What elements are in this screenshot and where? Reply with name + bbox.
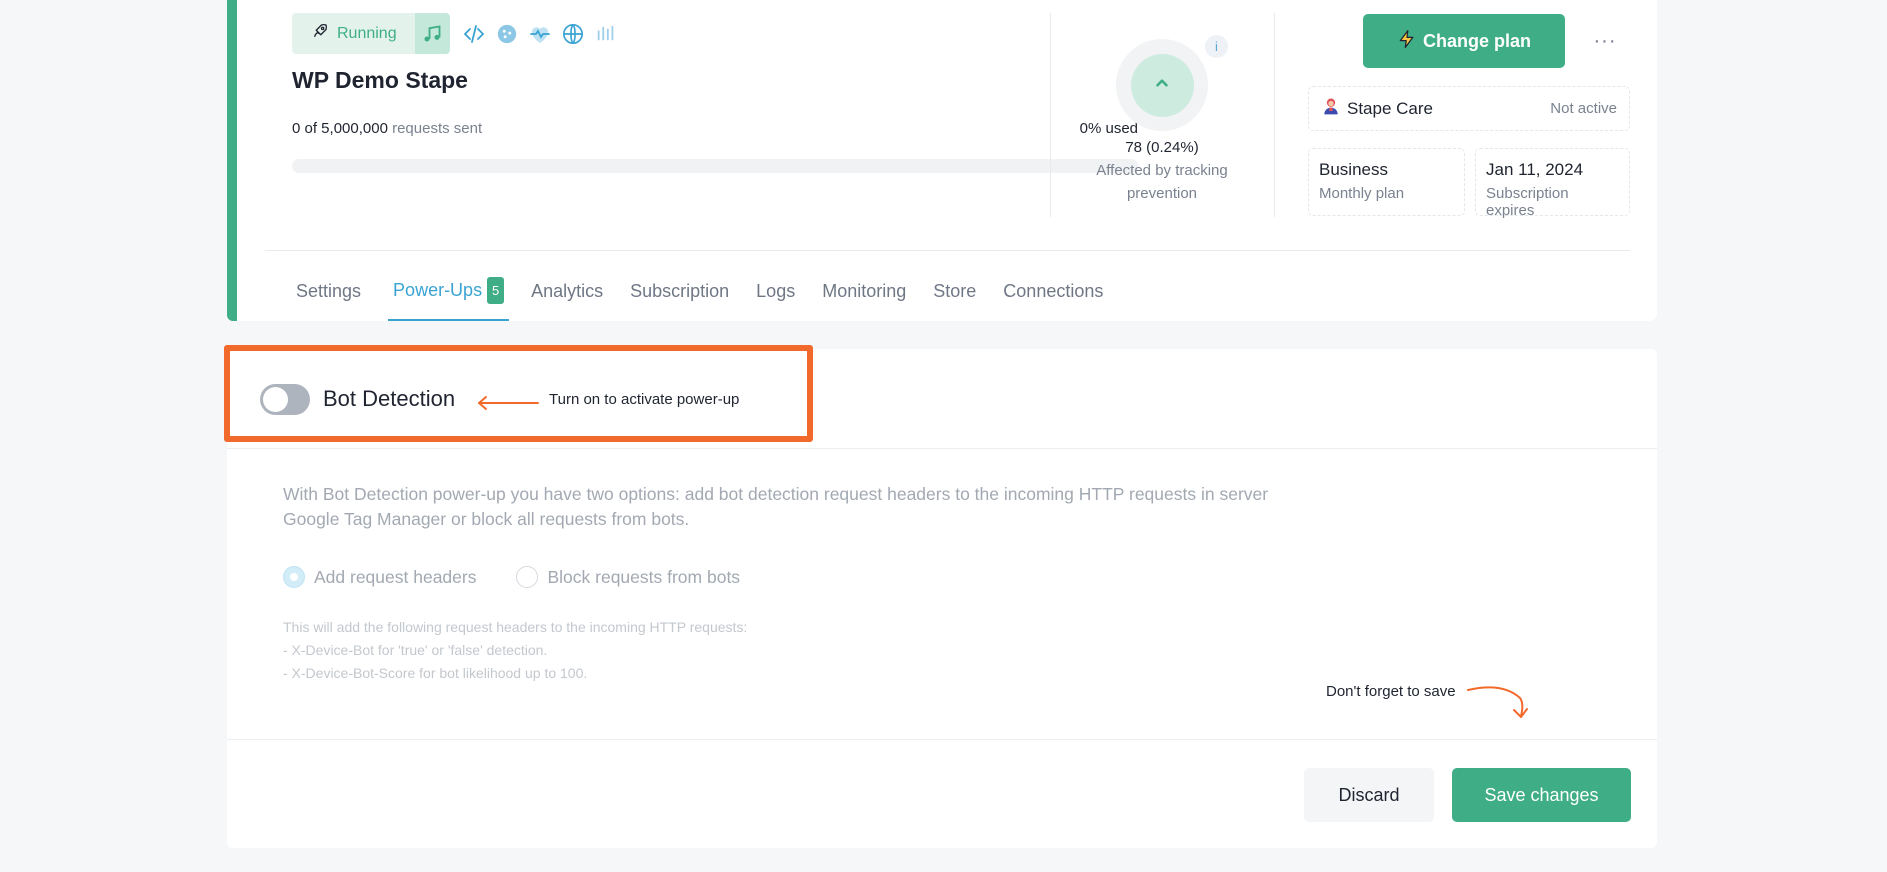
tab-bar: Settings Power-Ups 5 Analytics Subscript…	[296, 262, 1103, 321]
note-line: - X-Device-Bot-Score for bot likelihood …	[283, 665, 588, 681]
tab-logs[interactable]: Logs	[756, 262, 795, 321]
usage-progress-bar	[292, 159, 1138, 173]
pulse-icon[interactable]	[528, 22, 552, 46]
tab-label: Analytics	[531, 281, 604, 301]
status-accent-bar	[227, 0, 237, 321]
tab-label: Monitoring	[822, 281, 907, 301]
tab-label: Logs	[756, 281, 796, 301]
divider	[227, 448, 1657, 449]
curved-arrow-icon	[1466, 684, 1532, 725]
usage-percent: 0% used	[1079, 120, 1138, 137]
expires-date: Jan 11, 2024	[1486, 160, 1584, 179]
radio-dot	[516, 566, 539, 588]
power-up-header-highlight: Bot Detection Turn on to activate power-…	[224, 345, 813, 442]
arrow-left-icon	[476, 395, 540, 416]
feature-icons	[462, 22, 618, 46]
radio-label: Add request headers	[314, 566, 477, 587]
plan-name: Business	[1319, 160, 1388, 179]
chevron-up-icon	[1153, 74, 1171, 97]
bars-icon[interactable]	[594, 22, 618, 46]
plan-box: Business Monthly plan	[1308, 148, 1465, 216]
tab-analytics[interactable]: Analytics	[531, 262, 603, 321]
tab-label: Subscription	[630, 281, 730, 301]
status-badge: Running	[292, 13, 450, 54]
divider	[1274, 13, 1275, 217]
requests-sent: 0 of 5,000,000 requests sent	[292, 120, 482, 137]
change-plan-button[interactable]: Change plan	[1363, 14, 1565, 68]
power-up-title: Bot Detection	[323, 386, 456, 411]
more-options-icon[interactable]: ···	[1590, 26, 1620, 56]
change-plan-label: Change plan	[1422, 30, 1531, 51]
tab-store[interactable]: Store	[933, 262, 976, 321]
radio-label: Block requests from bots	[547, 566, 741, 587]
plan-type: Monthly plan	[1319, 185, 1405, 202]
stape-care-status: Not active	[1550, 100, 1617, 117]
tab-connections[interactable]: Connections	[1003, 262, 1103, 321]
radio-block-requests[interactable]: Block requests from bots	[516, 566, 740, 588]
music-icon[interactable]	[414, 13, 450, 54]
expires-label: Subscription expires	[1486, 185, 1569, 219]
divider	[265, 250, 1630, 251]
stape-care-box[interactable]: Stape Care Not active	[1308, 86, 1630, 131]
stape-care-label: Stape Care	[1347, 98, 1433, 118]
tracking-count: 78 (0.24%)	[1125, 139, 1199, 156]
lightning-icon	[1397, 29, 1417, 54]
tab-monitoring[interactable]: Monitoring	[822, 262, 906, 321]
activate-hint: Turn on to activate power-up	[549, 391, 740, 408]
user-care-icon	[1321, 96, 1341, 121]
divider	[1050, 13, 1051, 217]
tab-power-ups[interactable]: Power-Ups 5	[388, 262, 510, 321]
mode-options: Add request headers Block requests from …	[283, 566, 740, 588]
tab-label: Settings	[296, 281, 362, 301]
tracking-prevention: 78 (0.24%) Affected by tracking preventi…	[1072, 136, 1252, 205]
radio-add-request-headers[interactable]: Add request headers	[283, 566, 476, 588]
power-ups-count-badge: 5	[487, 277, 505, 304]
save-changes-button[interactable]: Save changes	[1452, 768, 1631, 822]
toggle-knob	[263, 387, 288, 412]
requests-count: 0 of 5,000,000	[292, 120, 388, 137]
tab-label: Power-Ups	[393, 280, 483, 300]
discard-button[interactable]: Discard	[1304, 768, 1434, 822]
status-label: Running	[337, 24, 397, 42]
tab-settings[interactable]: Settings	[296, 262, 361, 321]
headers-note: This will add the following request head…	[283, 616, 747, 685]
requests-label: requests sent	[392, 120, 483, 137]
globe-icon[interactable]	[561, 22, 585, 46]
tab-subscription[interactable]: Subscription	[630, 262, 729, 321]
tracking-label: Affected by tracking prevention	[1096, 162, 1228, 202]
tab-label: Connections	[1003, 281, 1104, 301]
cookie-icon[interactable]	[495, 22, 519, 46]
container-name: WP Demo Stape	[292, 67, 468, 93]
container-card: Running WP Demo Stape 0 of 5,000,000 req…	[227, 0, 1657, 321]
running-status: Running	[292, 13, 415, 54]
power-up-description: With Bot Detection power-up you have two…	[283, 484, 1269, 529]
save-reminder: Don't forget to save	[1326, 683, 1456, 700]
power-up-toggle[interactable]	[260, 384, 310, 415]
rocket-icon	[311, 22, 329, 45]
expiry-box: Jan 11, 2024 Subscription expires	[1475, 148, 1630, 219]
divider	[227, 739, 1657, 740]
code-icon[interactable]	[462, 22, 486, 46]
tab-label: Store	[933, 281, 977, 301]
radio-dot	[283, 566, 305, 588]
info-icon[interactable]: i	[1205, 35, 1228, 58]
note-line: - X-Device-Bot for 'true' or 'false' det…	[283, 642, 548, 658]
tracking-indicator	[1116, 39, 1208, 131]
note-line: This will add the following request head…	[283, 619, 748, 635]
